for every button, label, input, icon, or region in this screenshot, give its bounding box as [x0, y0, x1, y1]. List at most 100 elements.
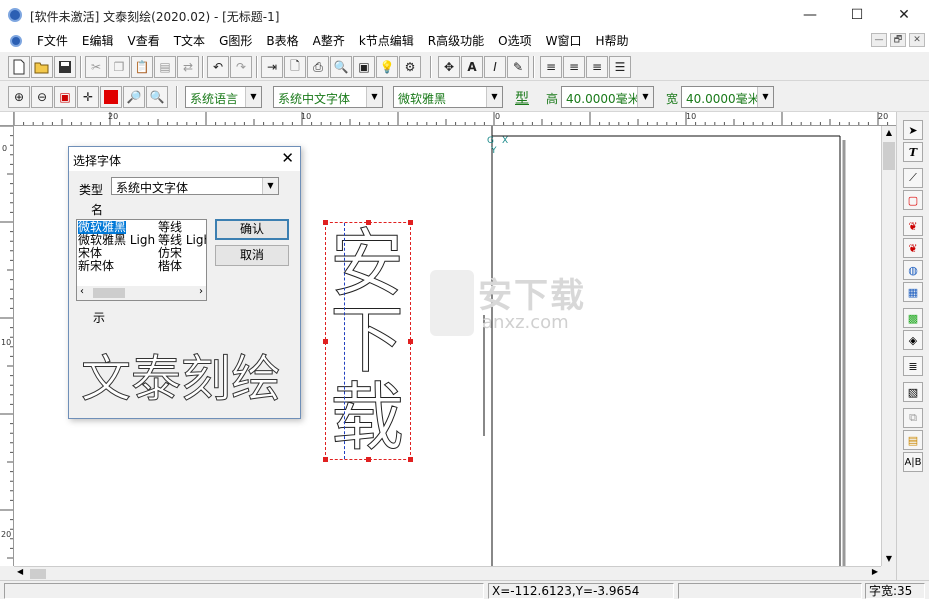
zoom-out-icon[interactable]: ⊖: [31, 86, 53, 108]
font-list-scrollbar[interactable]: ‹ ›: [77, 286, 206, 300]
mdi-restore-button[interactable]: 🗗: [890, 33, 906, 47]
save-icon[interactable]: [54, 56, 76, 78]
rectangle-icon[interactable]: ▢: [903, 190, 923, 210]
close-button[interactable]: ✕: [881, 0, 927, 30]
confirm-button[interactable]: 确认: [215, 219, 289, 240]
align-right-icon[interactable]: ≡: [586, 56, 608, 78]
font-select[interactable]: 微软雅黑 ▼: [393, 86, 503, 108]
menu-node-edit[interactable]: k节点编辑: [352, 33, 421, 49]
resize-handle[interactable]: [323, 457, 328, 462]
layer-icon[interactable]: ⧉: [903, 408, 923, 428]
shape-icon[interactable]: ◍: [903, 260, 923, 280]
menu-graphics[interactable]: G图形: [212, 33, 259, 49]
menu-options[interactable]: O选项: [491, 33, 538, 49]
resize-handle[interactable]: [408, 220, 413, 225]
scroll-right-icon[interactable]: ›: [199, 286, 203, 297]
zoom-selection-icon[interactable]: 🔎: [123, 86, 145, 108]
fill-icon[interactable]: ◈: [903, 330, 923, 350]
charset-select[interactable]: 系统中文字体 ▼: [273, 86, 383, 108]
menu-table[interactable]: B表格: [259, 33, 305, 49]
zoom-page-icon[interactable]: ▣: [54, 86, 76, 108]
pan-icon[interactable]: ✛: [77, 86, 99, 108]
font-list-item[interactable]: 楷体: [158, 260, 182, 273]
palette-icon[interactable]: ▩: [903, 308, 923, 328]
lines-icon[interactable]: ≣: [903, 356, 923, 376]
minimize-button[interactable]: —: [787, 0, 833, 30]
menu-text[interactable]: T文本: [167, 33, 212, 49]
table-icon[interactable]: ▦: [903, 282, 923, 302]
font-type-button[interactable]: 型: [515, 88, 529, 108]
scroll-left-icon[interactable]: ◀: [17, 567, 23, 576]
cherry-icon[interactable]: ❦: [903, 216, 923, 236]
horizontal-scrollbar[interactable]: ◀ ▶: [14, 566, 881, 580]
menu-edit[interactable]: E编辑: [75, 33, 121, 49]
vertical-text-object[interactable]: 安 下 载: [323, 220, 413, 462]
crosshair-icon[interactable]: ✥: [438, 56, 460, 78]
bitmap-icon[interactable]: ▧: [903, 382, 923, 402]
menu-align[interactable]: A整齐: [306, 33, 352, 49]
output-icon[interactable]: ▣: [353, 56, 375, 78]
menu-advanced[interactable]: R高级功能: [421, 33, 491, 49]
bulb-icon[interactable]: 💡: [376, 56, 398, 78]
undo-icon[interactable]: ↶: [207, 56, 229, 78]
chevron-down-icon[interactable]: ▼: [486, 87, 502, 107]
scroll-left-icon[interactable]: ‹: [80, 286, 84, 297]
chevron-down-icon[interactable]: ▼: [366, 87, 382, 107]
font-type-select[interactable]: 系统中文字体 ▼: [111, 177, 279, 195]
paste-special-icon[interactable]: ▤: [154, 56, 176, 78]
scroll-thumb[interactable]: [93, 288, 125, 298]
cancel-button[interactable]: 取消: [215, 245, 289, 266]
menu-help[interactable]: H帮助: [588, 33, 635, 49]
clone-icon[interactable]: ⇄: [177, 56, 199, 78]
align-center-icon[interactable]: ≡: [563, 56, 585, 78]
resize-handle[interactable]: [408, 457, 413, 462]
color-fill-icon[interactable]: [100, 86, 122, 108]
import-icon[interactable]: ⇥: [261, 56, 283, 78]
scroll-thumb[interactable]: [883, 142, 895, 170]
paste-icon[interactable]: 📋: [131, 56, 153, 78]
menu-file[interactable]: F文件: [30, 33, 75, 49]
zoom-in-icon[interactable]: ⊕: [8, 86, 30, 108]
cut-icon[interactable]: ✂: [85, 56, 107, 78]
resize-handle[interactable]: [366, 457, 371, 462]
chevron-down-icon[interactable]: ▼: [637, 87, 653, 107]
vertical-scrollbar[interactable]: ▲ ▼: [881, 126, 896, 566]
cherry-color-icon[interactable]: ❦: [903, 238, 923, 258]
resize-handle[interactable]: [323, 339, 328, 344]
italic-icon[interactable]: I: [484, 56, 506, 78]
new-file-icon[interactable]: [8, 56, 30, 78]
language-select[interactable]: 系统语言 ▼: [185, 86, 262, 108]
scroll-right-icon[interactable]: ▶: [872, 567, 878, 576]
align-left-icon[interactable]: ≡: [540, 56, 562, 78]
mdi-minimize-button[interactable]: —: [871, 33, 887, 47]
edit-text-icon[interactable]: ✎: [507, 56, 529, 78]
scroll-down-icon[interactable]: ▼: [882, 552, 896, 566]
copy-icon[interactable]: ❐: [108, 56, 130, 78]
font-list[interactable]: 微软雅黑 等线 微软雅黑 Ligh 等线 Ligh 宋体 仿宋 新宋体 楷体 ‹…: [76, 219, 207, 301]
chevron-down-icon[interactable]: ▼: [262, 178, 278, 194]
text-replace-icon[interactable]: A|B: [903, 452, 923, 472]
height-input[interactable]: 40.0000毫米 ▼: [561, 86, 654, 108]
scroll-up-icon[interactable]: ▲: [882, 126, 896, 140]
select-arrow-icon[interactable]: ➤: [903, 120, 923, 140]
print-icon[interactable]: ⎙: [307, 56, 329, 78]
menu-view[interactable]: V查看: [121, 33, 167, 49]
resize-handle[interactable]: [408, 339, 413, 344]
dialog-title-bar[interactable]: 选择字体 ✕: [69, 147, 300, 171]
text-tool-icon[interactable]: A: [461, 56, 483, 78]
scroll-thumb[interactable]: [30, 569, 46, 579]
settings-icon[interactable]: ⚙: [399, 56, 421, 78]
node-edit-icon[interactable]: ⟋: [903, 168, 923, 188]
text-tool-icon[interactable]: T: [903, 142, 923, 162]
width-input[interactable]: 40.0000毫米 ▼: [681, 86, 774, 108]
resize-handle[interactable]: [323, 220, 328, 225]
zoom-all-icon[interactable]: 🔍: [146, 86, 168, 108]
menu-window[interactable]: W窗口: [539, 33, 589, 49]
justify-icon[interactable]: ☰: [609, 56, 631, 78]
chevron-down-icon[interactable]: ▼: [757, 87, 773, 107]
resize-handle[interactable]: [366, 220, 371, 225]
print-preview-icon[interactable]: 🔍: [330, 56, 352, 78]
redo-icon[interactable]: ↷: [230, 56, 252, 78]
font-list-item[interactable]: 新宋体: [78, 260, 114, 273]
open-folder-icon[interactable]: [31, 56, 53, 78]
